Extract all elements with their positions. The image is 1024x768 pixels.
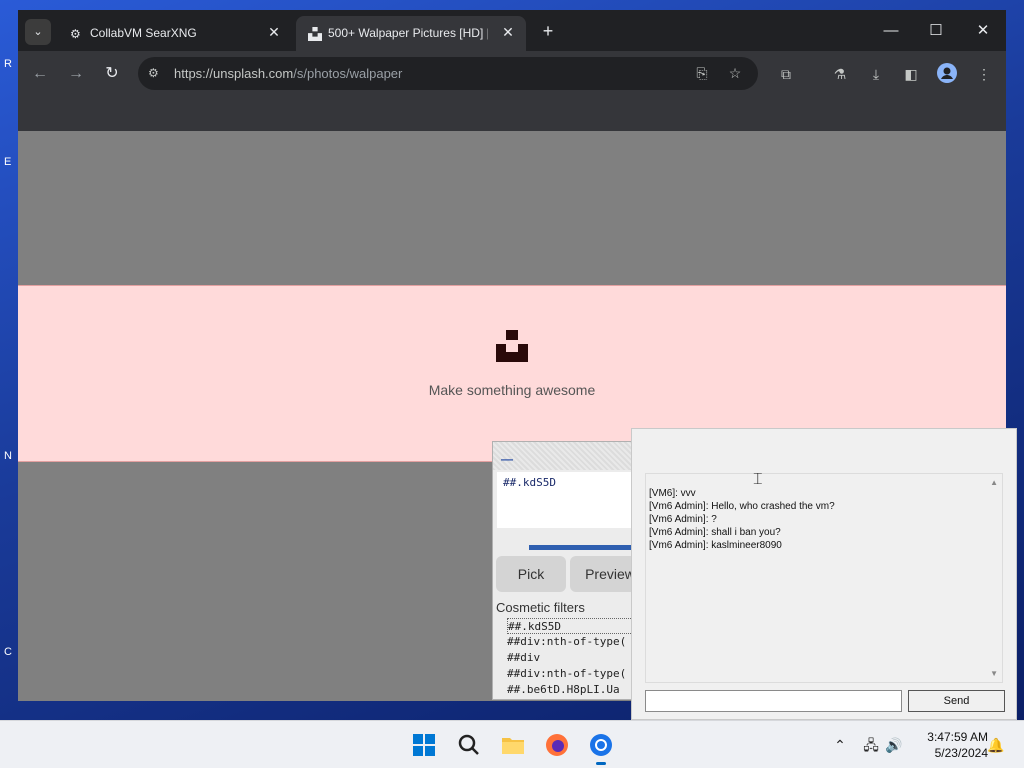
element-picker-panel: — ##.kdS5D Pick Preview Cosmetic filters… xyxy=(492,441,638,700)
volume-icon[interactable]: 🔊 xyxy=(885,736,903,754)
download-icon[interactable]: ⤓ xyxy=(865,63,887,85)
chevron-down-icon: ⌄ xyxy=(33,26,43,38)
filter-item[interactable]: ##div:nth-of-type( xyxy=(507,634,637,650)
bookmark-star-icon[interactable]: ☆ xyxy=(726,64,744,82)
chat-message-input[interactable] xyxy=(645,690,902,712)
close-icon[interactable]: ✕ xyxy=(266,24,282,40)
chrome-icon[interactable] xyxy=(587,731,615,765)
clock-date: 5/23/2024 xyxy=(934,746,988,760)
desktop-icon[interactable]: C xyxy=(4,646,18,658)
pick-button[interactable]: Pick xyxy=(496,556,566,592)
menu-kebab-icon[interactable]: ⋮ xyxy=(973,63,995,85)
preview-button[interactable]: Preview xyxy=(570,556,637,592)
filter-item[interactable]: ##.kdS5D xyxy=(507,618,637,634)
chat-window: [VM6]: vvv [Vm6 Admin]: Hello, who crash… xyxy=(631,428,1017,720)
filter-item[interactable]: ##div:nth-of-type( xyxy=(507,666,637,682)
minimize-button[interactable]: — xyxy=(876,20,906,42)
url-text[interactable]: https://unsplash.com/s/photos/walpaper xyxy=(174,66,402,81)
search-icon[interactable] xyxy=(455,731,483,759)
address-bar[interactable]: ⚙ https://unsplash.com/s/photos/walpaper… xyxy=(138,57,758,90)
labs-flask-icon[interactable]: ⚗ xyxy=(829,63,851,85)
site-settings-icon[interactable]: ⚙ xyxy=(148,65,164,81)
taskbar: ⌃ 🖧 🔊 3:47:59 AM 5/23/2024 🔔 xyxy=(0,720,1024,768)
extensions-icon[interactable]: ⧉ xyxy=(775,63,797,85)
minimize-icon[interactable]: — xyxy=(501,452,515,466)
tab-search-button[interactable]: ⌄ xyxy=(25,19,51,45)
new-tab-button[interactable]: + xyxy=(538,21,558,41)
desktop-icon[interactable]: N xyxy=(4,450,18,462)
clock-time: 3:47:59 AM xyxy=(927,730,988,744)
send-button[interactable]: Send xyxy=(908,690,1005,712)
scroll-down-arrow-icon[interactable]: ▼ xyxy=(990,669,998,678)
unsplash-favicon-icon xyxy=(308,27,322,41)
clock[interactable]: 3:47:59 AM 5/23/2024 xyxy=(912,729,988,761)
filter-item[interactable]: ##.be6tD.H8pLI.Ua xyxy=(507,682,637,698)
window-close-button[interactable]: ✕ xyxy=(968,20,998,42)
chat-message: [Vm6 Admin]: shall i ban you? xyxy=(649,527,781,538)
hero-tagline: Make something awesome xyxy=(428,382,596,398)
start-windows-icon[interactable] xyxy=(410,731,438,759)
cosmetic-filters-list: ##.kdS5D ##div:nth-of-type( ##div ##div:… xyxy=(507,618,637,698)
forward-arrow-icon[interactable]: → xyxy=(65,63,87,85)
notification-bell-icon[interactable]: 🔔 xyxy=(987,736,1005,754)
scroll-up-arrow-icon[interactable]: ▲ xyxy=(990,478,998,487)
text-cursor-icon: ⌶ xyxy=(753,471,763,488)
chevron-up-icon[interactable]: ⌃ xyxy=(831,736,849,754)
tab-title: CollabVM SearXNG xyxy=(90,26,197,40)
chat-message: [Vm6 Admin]: kaslmineer8090 xyxy=(649,540,782,551)
chat-log[interactable]: [VM6]: vvv [Vm6 Admin]: Hello, who crash… xyxy=(645,473,1003,683)
side-panel-icon[interactable]: ◧ xyxy=(900,63,922,85)
desktop-icon[interactable]: R xyxy=(4,58,18,70)
url-path: /s/photos/walpaper xyxy=(293,66,403,81)
picker-slider[interactable] xyxy=(529,545,637,550)
bookmarks-bar xyxy=(18,97,1006,131)
back-arrow-icon[interactable]: ← xyxy=(29,63,51,85)
tab-title: 500+ Walpaper Pictures [HD] | xyxy=(328,26,488,40)
tab-collabvm-searxng[interactable]: ⚙ CollabVM SearXNG ✕ xyxy=(58,16,292,51)
install-app-icon[interactable]: ⎘ xyxy=(693,64,711,82)
maximize-button[interactable]: ☐ xyxy=(921,20,951,42)
file-explorer-icon[interactable] xyxy=(499,731,527,759)
searxng-favicon-icon: ⚙ xyxy=(70,27,81,41)
url-host: https://unsplash.com xyxy=(174,66,294,81)
chat-message: [Vm6 Admin]: Hello, who crashed the vm? xyxy=(649,501,835,512)
tab-unsplash[interactable]: 500+ Walpaper Pictures [HD] | ✕ xyxy=(296,16,526,51)
profile-avatar-icon[interactable] xyxy=(936,63,958,85)
unsplash-logo-icon[interactable] xyxy=(496,330,528,362)
firefox-icon[interactable] xyxy=(543,731,571,759)
browser-toolbar: ← → ↻ ⚙ https://unsplash.com/s/photos/wa… xyxy=(18,51,1006,97)
picker-drag-header[interactable]: — xyxy=(493,442,637,470)
reload-icon[interactable]: ↻ xyxy=(101,63,123,85)
chat-message: [VM6]: vvv xyxy=(649,488,696,499)
cosmetic-filters-label: Cosmetic filters xyxy=(496,600,585,615)
close-icon[interactable]: ✕ xyxy=(500,24,516,40)
network-icon[interactable]: 🖧 xyxy=(862,736,880,754)
filter-item[interactable]: ##div xyxy=(507,650,637,666)
desktop-icon[interactable]: E xyxy=(4,156,18,168)
selector-textarea[interactable]: ##.kdS5D xyxy=(497,472,637,528)
chat-message: [Vm6 Admin]: ? xyxy=(649,514,717,525)
tab-strip: ⌄ ⚙ CollabVM SearXNG ✕ 500+ Walpaper Pic… xyxy=(18,10,1006,51)
